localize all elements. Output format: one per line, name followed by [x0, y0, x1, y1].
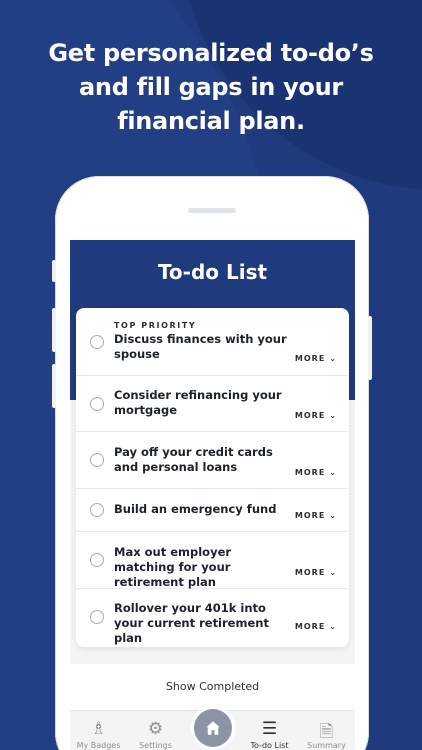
phone-volume-up-button	[52, 308, 56, 352]
todo-item-text: Discuss finances with your spouse	[114, 332, 287, 361]
tab-todo-list[interactable]: ☰ To-do List	[241, 719, 298, 750]
radio-circle-icon[interactable]	[90, 335, 104, 349]
todo-item-text: Max out employer matching for your retir…	[114, 545, 232, 589]
todo-item[interactable]: Consider refinancing your mortgage MORE ⌄	[76, 376, 349, 432]
tab-settings[interactable]: ⚙ Settings	[127, 719, 184, 750]
more-button[interactable]: MORE ⌄	[295, 511, 337, 520]
radio-circle-icon[interactable]	[90, 453, 104, 467]
todo-list-card: TOP PRIORITY Discuss finances with your …	[76, 308, 349, 647]
badge-icon: ♗	[90, 719, 107, 739]
phone-volume-down-button	[52, 364, 56, 408]
chevron-down-icon: ⌄	[329, 511, 337, 520]
todo-item[interactable]: Pay off your credit cards and personal l…	[76, 432, 349, 489]
chevron-down-icon: ⌄	[329, 354, 337, 363]
app-screen: To-do List TOP PRIORITY Discuss finances…	[70, 240, 355, 750]
more-button[interactable]: MORE ⌄	[295, 622, 337, 631]
todo-item[interactable]: Build an emergency fund MORE ⌄	[76, 489, 349, 532]
tab-my-badges[interactable]: ♗ My Badges	[70, 719, 127, 750]
todo-item-text: Rollover your 401k into your current ret…	[114, 601, 269, 645]
gear-icon: ⚙	[147, 719, 164, 739]
more-button[interactable]: MORE ⌄	[295, 568, 337, 577]
todo-priority-label: TOP PRIORITY	[114, 321, 197, 330]
screen-title: To-do List	[157, 260, 268, 284]
todo-item-text: Build an emergency fund	[114, 502, 277, 516]
todo-item-text: Pay off your credit cards and personal l…	[114, 445, 273, 474]
phone-frame: To-do List TOP PRIORITY Discuss finances…	[52, 176, 372, 750]
radio-circle-icon[interactable]	[90, 610, 104, 624]
more-button[interactable]: MORE ⌄	[295, 411, 337, 420]
home-button[interactable]	[194, 709, 232, 747]
tab-summary[interactable]: 🗎 Summary	[298, 719, 355, 750]
chevron-down-icon: ⌄	[329, 468, 337, 477]
checklist-icon: ☰	[261, 719, 278, 739]
phone-speaker	[188, 208, 236, 213]
tab-bar: ♗ My Badges ⚙ Settings ☰ To-do List 🗎 Su…	[70, 709, 355, 750]
more-button[interactable]: MORE ⌄	[295, 354, 337, 363]
radio-circle-icon[interactable]	[90, 503, 104, 517]
todo-item[interactable]: Rollover your 401k into your current ret…	[76, 589, 349, 647]
chevron-down-icon: ⌄	[329, 622, 337, 631]
document-icon: 🗎	[319, 722, 334, 742]
phone-mute-button	[52, 260, 56, 282]
todo-item[interactable]: Max out employer matching for your retir…	[76, 532, 349, 589]
more-button[interactable]: MORE ⌄	[295, 468, 337, 477]
phone-power-button	[368, 316, 372, 380]
radio-circle-icon[interactable]	[90, 553, 104, 567]
todo-item-text: Consider refinancing your mortgage	[114, 388, 282, 417]
promo-headline: Get personalized to-do’s and fill gaps i…	[48, 39, 374, 135]
todo-item[interactable]: TOP PRIORITY Discuss finances with your …	[76, 308, 349, 376]
chevron-down-icon: ⌄	[329, 411, 337, 420]
home-icon	[206, 721, 220, 735]
chevron-down-icon: ⌄	[329, 568, 337, 577]
radio-circle-icon[interactable]	[90, 397, 104, 411]
show-completed-button[interactable]: Show Completed	[70, 664, 355, 710]
